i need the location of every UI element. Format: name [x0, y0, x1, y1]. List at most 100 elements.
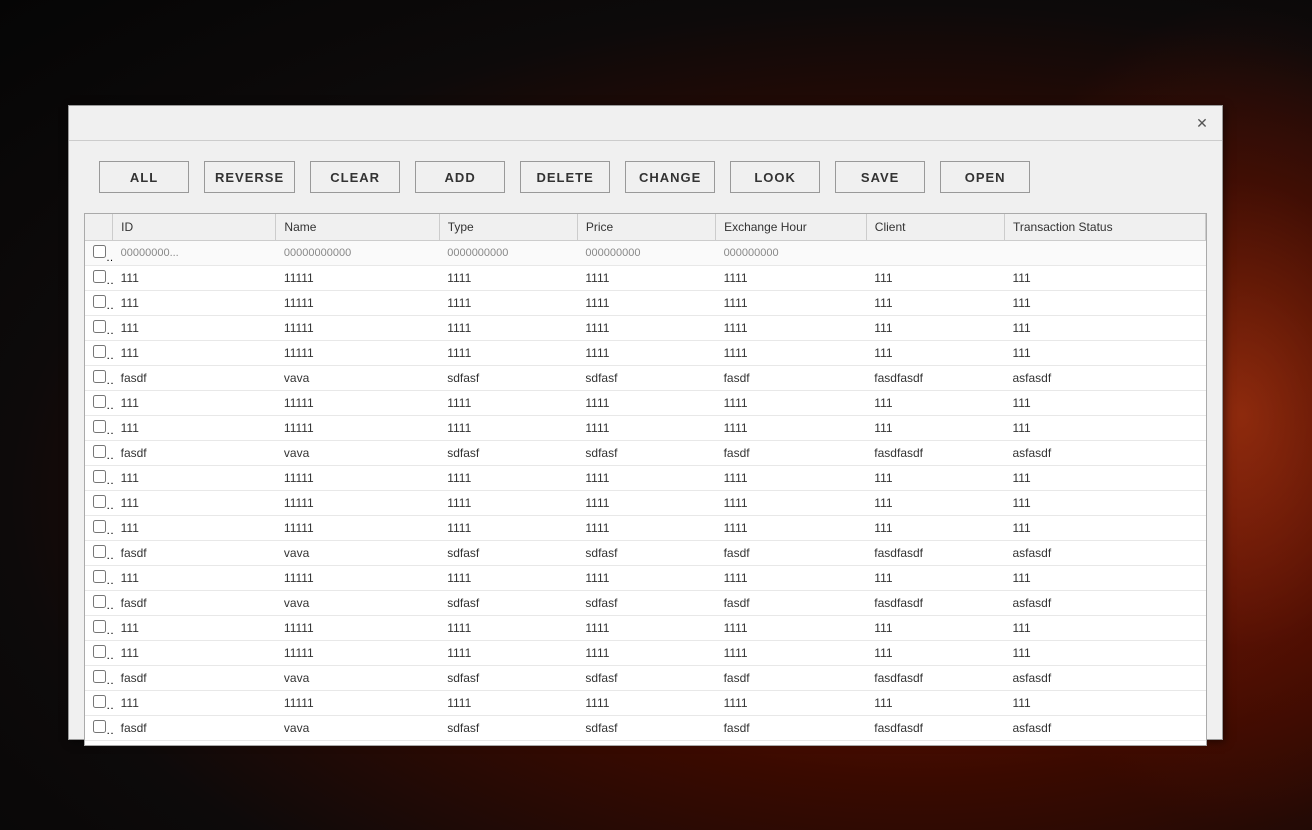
- row-checkbox[interactable]: [93, 295, 106, 308]
- clear-button[interactable]: CLEAR: [310, 161, 400, 193]
- table-row[interactable]: fasdf asdf fasdf sasadfasdf asdf dfdfasd…: [85, 741, 1206, 746]
- cell-status: asfasdf: [1004, 541, 1205, 566]
- cell-price: 1111: [577, 641, 715, 666]
- row-checkbox[interactable]: [93, 570, 106, 583]
- table-row[interactable]: fasdf vava sdfasf sdfasf fasdf fasdfasdf…: [85, 666, 1206, 691]
- cell-client: fasdfasdf: [866, 441, 1004, 466]
- row-checkbox[interactable]: [93, 470, 106, 483]
- delete-button[interactable]: DELETE: [520, 161, 610, 193]
- data-table: ID Name Type Price Exchange Hour Client …: [85, 214, 1206, 745]
- cell-status: 111: [1004, 266, 1205, 291]
- table-row[interactable]: 111 11111 1111 1111 1111 111 111: [85, 341, 1206, 366]
- cell-status: 111: [1004, 416, 1205, 441]
- cell-type: 1111: [439, 616, 577, 641]
- cell-client: 111: [866, 466, 1004, 491]
- open-button[interactable]: OPEN: [940, 161, 1030, 193]
- col-header-price: Price: [577, 214, 715, 241]
- cell-status: sadfasdf: [1004, 741, 1205, 746]
- row-checkbox[interactable]: [93, 270, 106, 283]
- change-button[interactable]: CHANGE: [625, 161, 715, 193]
- cell-exchange: fasdf: [716, 716, 867, 741]
- row-checkbox[interactable]: [93, 345, 106, 358]
- row-checkbox[interactable]: [93, 520, 106, 533]
- col-header-exchange: Exchange Hour: [716, 214, 867, 241]
- cell-name: vava: [276, 441, 439, 466]
- row-checkbox[interactable]: [93, 695, 106, 708]
- table-row[interactable]: fasdf vava sdfasf sdfasf fasdf fasdfasdf…: [85, 716, 1206, 741]
- cell-type: 1111: [439, 291, 577, 316]
- cell-exchange: 1111: [716, 416, 867, 441]
- row-checkbox[interactable]: [93, 595, 106, 608]
- cell-type: 1111: [439, 516, 577, 541]
- cell-name: vava: [276, 541, 439, 566]
- row-checkbox[interactable]: [93, 395, 106, 408]
- col-header-id: ID: [113, 214, 276, 241]
- table-row[interactable]: 111 11111 1111 1111 1111 111 111: [85, 641, 1206, 666]
- table-row[interactable]: fasdf vava sdfasf sdfasf fasdf fasdfasdf…: [85, 541, 1206, 566]
- table-row[interactable]: 111 11111 1111 1111 1111 111 111: [85, 691, 1206, 716]
- row-checkbox[interactable]: [93, 720, 106, 733]
- toolbar: ALL REVERSE CLEAR ADD DELETE CHANGE LOOK SAVE OP…: [69, 141, 1222, 213]
- table-row[interactable]: 111 11111 1111 1111 1111 111 111: [85, 416, 1206, 441]
- table-row[interactable]: 111 11111 1111 1111 1111 111 111: [85, 466, 1206, 491]
- row-checkbox[interactable]: [93, 620, 106, 633]
- table-row[interactable]: 111 11111 1111 1111 1111 111 111: [85, 391, 1206, 416]
- table-row[interactable]: fasdf vava sdfasf sdfasf fasdf fasdfasdf…: [85, 366, 1206, 391]
- save-button[interactable]: SAVE: [835, 161, 925, 193]
- row-checkbox[interactable]: [93, 645, 106, 658]
- cell-id: 00000000...: [113, 241, 276, 266]
- table-row[interactable]: 111 11111 1111 1111 1111 111 111: [85, 316, 1206, 341]
- table-row[interactable]: 111 11111 1111 1111 1111 111 111: [85, 616, 1206, 641]
- cell-status: 111: [1004, 491, 1205, 516]
- row-checkbox[interactable]: [93, 245, 106, 258]
- cell-name: 11111: [276, 491, 439, 516]
- table-row[interactable]: 111 11111 1111 1111 1111 111 111: [85, 566, 1206, 591]
- cell-exchange: 1111: [716, 491, 867, 516]
- row-checkbox[interactable]: [93, 320, 106, 333]
- cell-price: sdfasf: [577, 541, 715, 566]
- table-row[interactable]: 111 11111 1111 1111 1111 111 111: [85, 516, 1206, 541]
- row-checkbox[interactable]: [93, 670, 106, 683]
- cell-type: sdfasf: [439, 716, 577, 741]
- cell-price: 1111: [577, 391, 715, 416]
- table-row[interactable]: 111 11111 1111 1111 1111 111 111: [85, 266, 1206, 291]
- cell-client: 111: [866, 416, 1004, 441]
- row-checkbox[interactable]: [93, 545, 106, 558]
- cell-price: 1111: [577, 316, 715, 341]
- close-button[interactable]: ✕: [1192, 113, 1212, 133]
- table-scroll[interactable]: ID Name Type Price Exchange Hour Client …: [85, 214, 1206, 745]
- cell-name: vava: [276, 666, 439, 691]
- table-row[interactable]: 111 11111 1111 1111 1111 111 111: [85, 291, 1206, 316]
- row-checkbox[interactable]: [93, 495, 106, 508]
- cell-price: 000000000: [577, 241, 715, 266]
- cell-name: 11111: [276, 316, 439, 341]
- cell-type: sdfasf: [439, 441, 577, 466]
- cell-price: sdfasf: [577, 441, 715, 466]
- reverse-button[interactable]: REVERSE: [204, 161, 295, 193]
- cell-exchange: 000000000: [716, 241, 867, 266]
- cell-exchange: 1111: [716, 616, 867, 641]
- cell-id: fasdf: [113, 741, 276, 746]
- cell-type: 1111: [439, 341, 577, 366]
- row-checkbox[interactable]: [93, 445, 106, 458]
- table-row[interactable]: fasdf vava sdfasf sdfasf fasdf fasdfasdf…: [85, 591, 1206, 616]
- cell-client: 111: [866, 691, 1004, 716]
- cell-name: vava: [276, 716, 439, 741]
- cell-type: sdfasf: [439, 541, 577, 566]
- table-row[interactable]: 111 11111 1111 1111 1111 111 111: [85, 491, 1206, 516]
- cell-client: 111: [866, 291, 1004, 316]
- cell-id: 111: [113, 566, 276, 591]
- row-checkbox[interactable]: [93, 420, 106, 433]
- all-button[interactable]: ALL: [99, 161, 189, 193]
- cell-exchange: 1111: [716, 466, 867, 491]
- look-button[interactable]: LOOK: [730, 161, 820, 193]
- add-button[interactable]: ADD: [415, 161, 505, 193]
- table-row[interactable]: fasdf vava sdfasf sdfasf fasdf fasdfasdf…: [85, 441, 1206, 466]
- cell-price: 1111: [577, 341, 715, 366]
- row-checkbox[interactable]: [93, 370, 106, 383]
- cell-name: 00000000000: [276, 241, 439, 266]
- cell-price: sdfasf: [577, 666, 715, 691]
- cell-client: 111: [866, 516, 1004, 541]
- cell-name: 11111: [276, 641, 439, 666]
- cell-id: 111: [113, 391, 276, 416]
